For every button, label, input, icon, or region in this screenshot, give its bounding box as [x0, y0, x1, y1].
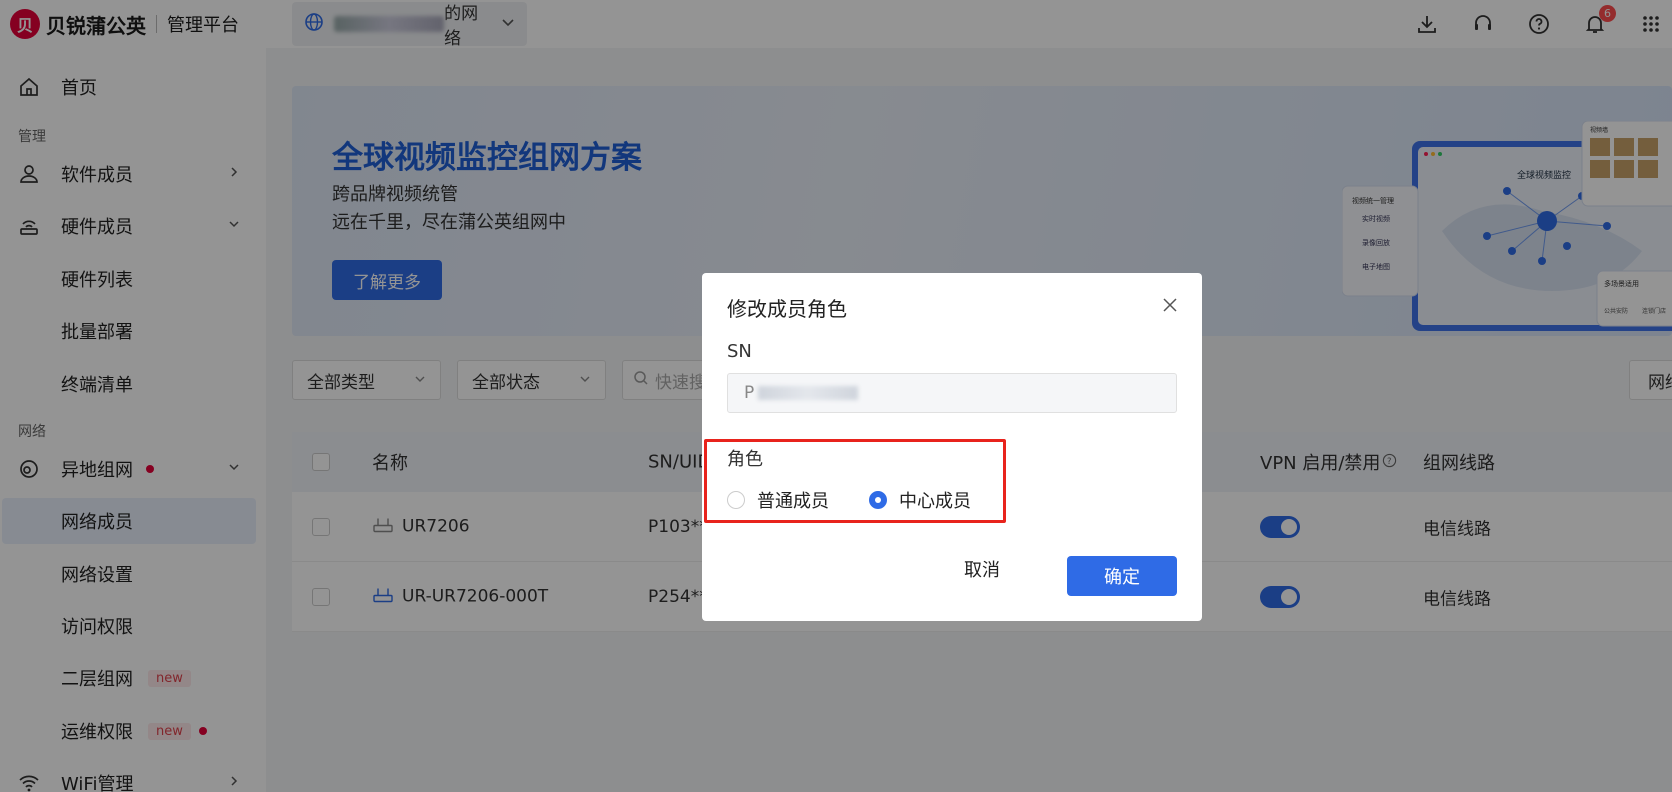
sn-label: SN [727, 341, 752, 362]
role-option-center-label: 中心成员 [899, 491, 971, 512]
sn-value: P [744, 383, 755, 403]
sn-redacted [758, 386, 859, 400]
role-label: 角色 [727, 449, 763, 470]
dialog-title: 修改成员角色 [727, 297, 847, 321]
sn-field: P [727, 373, 1177, 413]
radio-checked[interactable] [869, 491, 887, 509]
cancel-button[interactable]: 取消 [964, 556, 1000, 582]
role-option-normal[interactable]: 普通成员 [727, 487, 829, 513]
role-radio-group: 普通成员 中心成员 [727, 487, 971, 513]
role-option-normal-label: 普通成员 [757, 491, 829, 512]
role-option-center[interactable]: 中心成员 [869, 487, 971, 513]
radio-unchecked[interactable] [727, 491, 745, 509]
confirm-button[interactable]: 确定 [1067, 556, 1177, 596]
edit-member-role-dialog: 修改成员角色 SN P 角色 普通成员 中心成员 取消 确定 [702, 273, 1202, 621]
close-icon[interactable] [1162, 297, 1178, 313]
